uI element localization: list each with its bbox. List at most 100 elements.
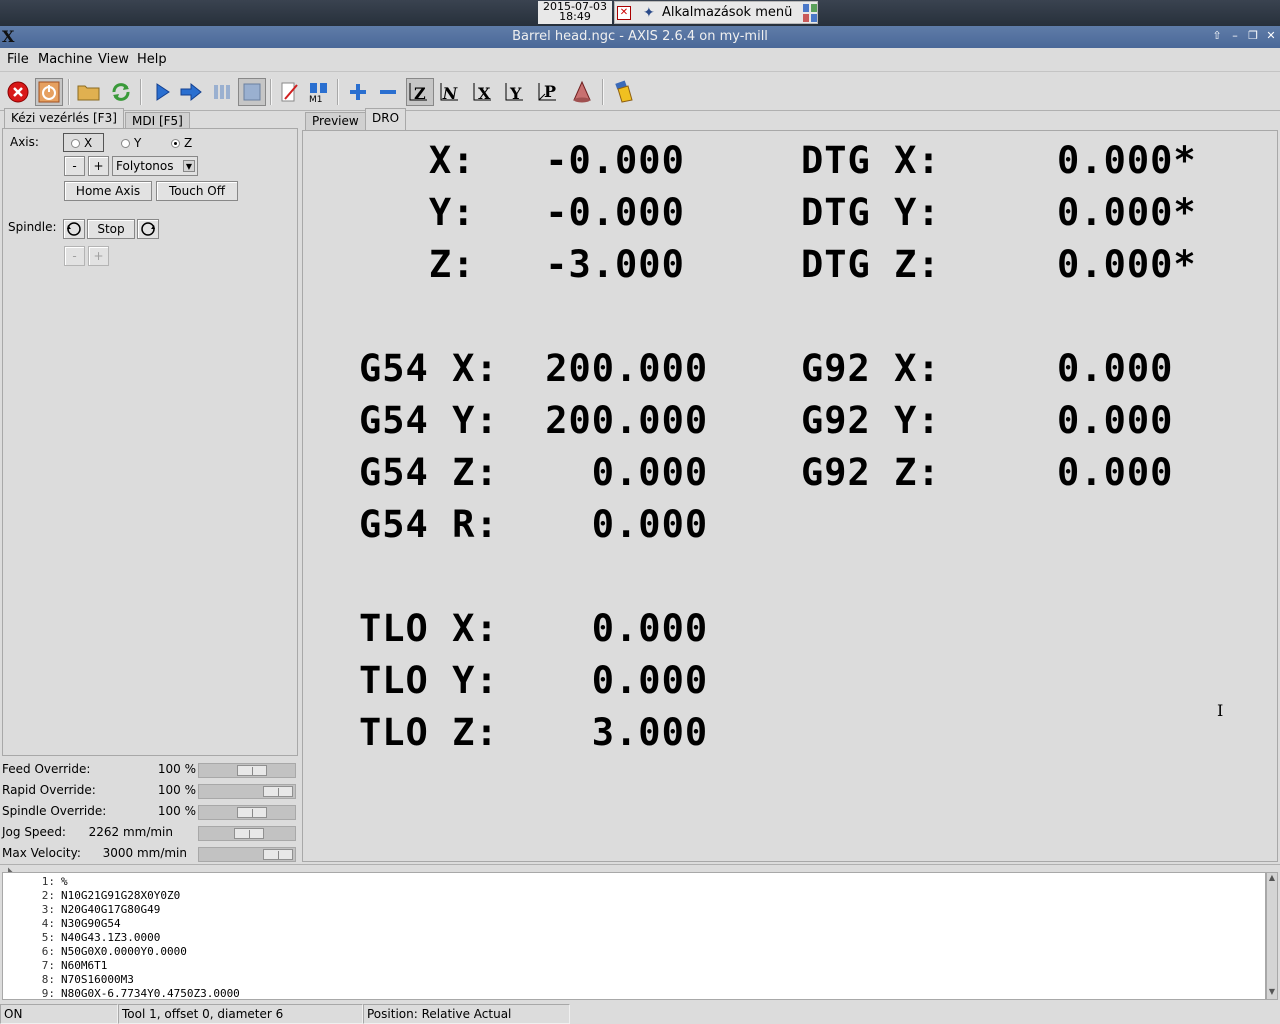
spindle-stop-button[interactable]: Stop: [87, 219, 135, 239]
spindle-label: Spindle:: [8, 220, 57, 234]
menu-help[interactable]: Help: [137, 52, 167, 67]
optional-stop-button[interactable]: M1: [305, 78, 333, 106]
spindle-ccw-button[interactable]: [63, 219, 85, 239]
menu-view[interactable]: View: [98, 52, 129, 67]
jog-speed-slider[interactable]: [198, 826, 296, 841]
slider-thumb[interactable]: [263, 849, 293, 860]
pane-splitter[interactable]: ◣: [0, 864, 1280, 874]
toolbar-separator: [140, 79, 142, 105]
slider-thumb[interactable]: [237, 807, 267, 818]
svg-text:Y: Y: [509, 84, 522, 103]
spindle-override-value: 100 %: [157, 804, 196, 818]
gcode-line[interactable]: 7: N60M6T1: [3, 959, 1203, 973]
view-z2-button[interactable]: N: [437, 78, 465, 106]
gcode-line[interactable]: 3: N20G40G17G80G49: [3, 903, 1203, 917]
gcode-line-number: 7:: [41, 959, 55, 972]
workspace-grid-icon[interactable]: [802, 3, 818, 23]
max-velocity-slider[interactable]: [198, 847, 296, 862]
spindle-slower-button[interactable]: -: [64, 246, 85, 266]
gcode-line[interactable]: 4: N30G90G54: [3, 917, 1203, 931]
dro-dtg-z: DTG Z: 0.000*: [801, 243, 1197, 286]
play-icon: [156, 83, 170, 101]
jog-plus-button[interactable]: +: [88, 156, 109, 176]
dro-tlo-x: TLO X: 0.000: [359, 607, 709, 650]
gcode-scrollbar[interactable]: ▲ ▼: [1266, 872, 1278, 1000]
menu-machine[interactable]: Machine: [38, 52, 92, 67]
scroll-down-icon[interactable]: ▼: [1267, 987, 1277, 999]
spindle-cw-button[interactable]: [137, 219, 159, 239]
open-file-button[interactable]: [75, 78, 103, 106]
run-button[interactable]: [148, 78, 176, 106]
menu-file[interactable]: File: [7, 52, 29, 67]
clear-backplot-button[interactable]: [610, 78, 638, 106]
stop-button[interactable]: [238, 78, 266, 106]
jog-increment-select[interactable]: Folytonos ▼: [112, 156, 198, 176]
estop-button[interactable]: [4, 78, 32, 106]
radio-y-indicator: [121, 139, 130, 148]
rotate-view-button[interactable]: [568, 78, 596, 106]
slider-thumb[interactable]: [237, 765, 267, 776]
pause-button[interactable]: [208, 78, 236, 106]
machine-power-button[interactable]: [35, 78, 63, 106]
toolbar-separator: [68, 79, 70, 105]
spindle-faster-button[interactable]: +: [88, 246, 109, 266]
gcode-line[interactable]: 8: N70S16000M3: [3, 973, 1203, 987]
axis-label: Axis:: [10, 135, 39, 149]
minimize-icon[interactable]: –: [1228, 29, 1242, 43]
jog-minus-button[interactable]: -: [64, 156, 85, 176]
gcode-line-text: N80G0X-6.7734Y0.4750Z3.0000: [61, 987, 240, 1000]
tab-preview[interactable]: Preview: [305, 112, 366, 130]
gcode-line[interactable]: 9: N80G0X-6.7734Y0.4750Z3.0000: [3, 987, 1203, 1000]
close-icon[interactable]: ✕: [617, 6, 631, 20]
zoom-in-button[interactable]: [344, 78, 372, 106]
brush-icon: [615, 80, 633, 103]
shade-icon[interactable]: ⇧: [1210, 29, 1224, 43]
slider-thumb[interactable]: [234, 828, 264, 839]
gcode-line-text: N40G43.1Z3.0000: [61, 931, 161, 944]
axis-radio-y[interactable]: Y: [121, 136, 141, 150]
gcode-line-text: N70S16000M3: [61, 973, 134, 986]
gcode-listing[interactable]: 1:% 2: N10G21G91G28X0Y0Z0 3: N20G40G17G80G…: [2, 872, 1266, 1000]
clock-time: 18:49: [559, 10, 591, 23]
rapid-override-slider[interactable]: [198, 784, 296, 799]
reload-button[interactable]: [107, 78, 135, 106]
tab-manual-control[interactable]: Kézi vezérlés [F3]: [4, 108, 124, 130]
axis-radio-x[interactable]: X: [71, 136, 92, 150]
feed-override-slider[interactable]: [198, 763, 296, 778]
window-title-bar[interactable]: X Barrel head.ngc - AXIS 2.6.4 on my-mil…: [0, 26, 1280, 48]
block-delete-button[interactable]: [276, 78, 304, 106]
view-x-icon: X: [473, 83, 491, 103]
dro-g54-r: G54 R: 0.000: [359, 503, 709, 546]
spindle-override-slider[interactable]: [198, 805, 296, 820]
axis-z-label: Z: [184, 136, 193, 150]
gcode-line[interactable]: 2: N10G21G91G28X0Y0Z0: [3, 889, 1203, 903]
axis-y-label: Y: [134, 136, 142, 150]
maximize-icon[interactable]: ❐: [1246, 29, 1260, 43]
toolbar-separator: [270, 79, 272, 105]
tab-dro[interactable]: DRO: [365, 108, 407, 130]
view-x-button[interactable]: X: [470, 78, 498, 106]
axis-x-label: X: [84, 136, 93, 150]
jog-speed-label: Jog Speed:: [2, 825, 66, 839]
close-window-icon[interactable]: ✕: [1264, 29, 1278, 43]
view-perspective-button[interactable]: P: [535, 78, 563, 106]
view-y-button[interactable]: Y: [502, 78, 530, 106]
clock[interactable]: 2015-07-03 18:49: [538, 1, 612, 24]
dro-g92-z: G92 Z: 0.000: [801, 451, 1174, 494]
zoom-out-button[interactable]: [374, 78, 402, 106]
home-axis-button[interactable]: Home Axis: [64, 181, 152, 201]
gcode-line[interactable]: 1:%: [3, 875, 1203, 889]
gcode-line[interactable]: 6: N50G0X0.0000Y0.0000: [3, 945, 1203, 959]
step-button[interactable]: [177, 78, 205, 106]
spindle-override-label: Spindle Override:: [2, 804, 107, 818]
scroll-up-icon[interactable]: ▲: [1267, 873, 1277, 885]
dro-position-z: Z: -3.000: [359, 243, 685, 286]
gcode-line[interactable]: 5: N40G43.1Z3.0000: [3, 931, 1203, 945]
slider-thumb[interactable]: [263, 786, 293, 797]
view-z-button[interactable]: Z: [406, 78, 434, 106]
view-y-icon: Y: [505, 83, 523, 103]
applications-menu-button[interactable]: ✕ ✦ Alkalmazások menü: [614, 1, 818, 24]
touch-off-button[interactable]: Touch Off: [156, 181, 238, 201]
reload-icon: [112, 83, 130, 101]
axis-radio-z[interactable]: Z: [171, 136, 192, 150]
